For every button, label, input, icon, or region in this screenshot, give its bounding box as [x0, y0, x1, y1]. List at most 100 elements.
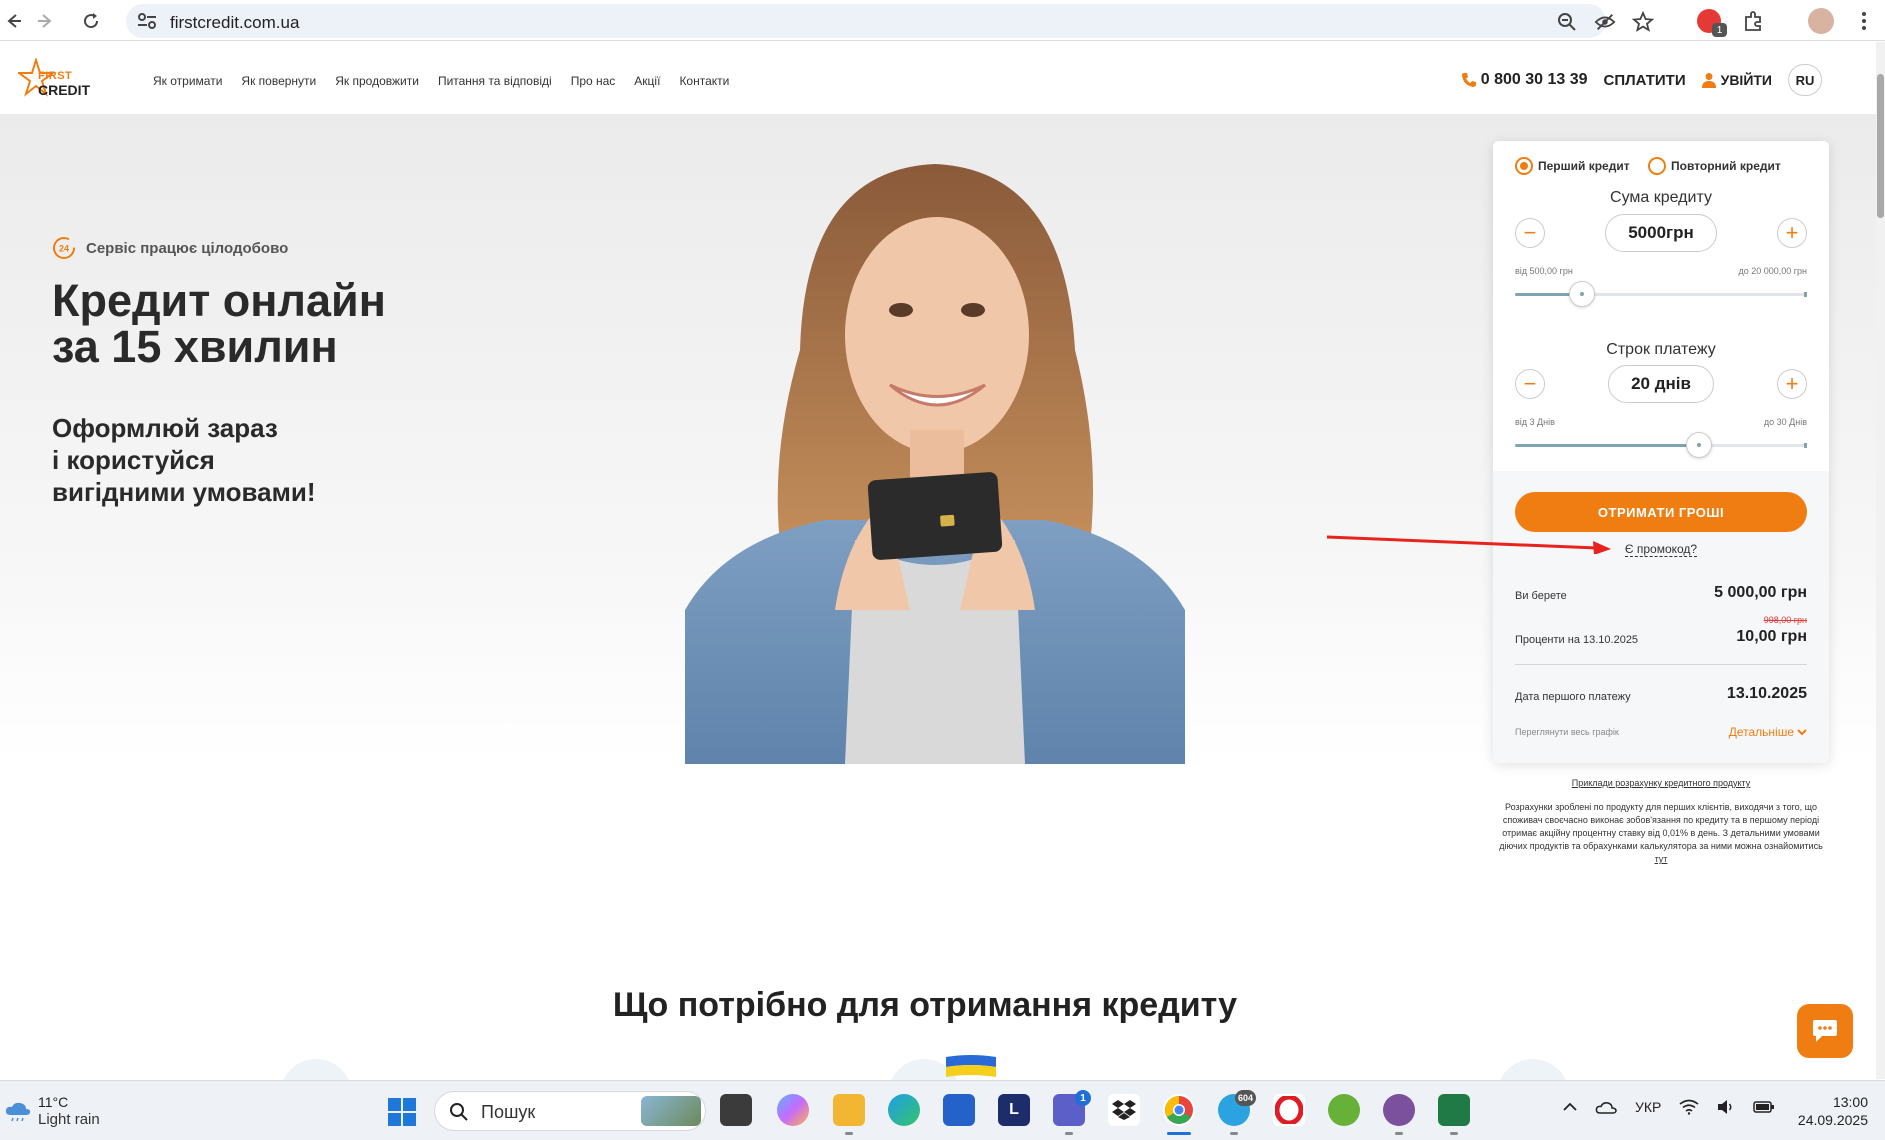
eye-off-icon[interactable]	[1594, 11, 1616, 33]
logo-credit: CREDIT	[38, 82, 91, 98]
site-header: FIRST CREDIT Як отримати Як повернути Як…	[0, 42, 1876, 114]
teams-indicator	[1065, 1132, 1073, 1135]
zoom-icon[interactable]	[1556, 11, 1578, 33]
excel-indicator	[1450, 1132, 1458, 1135]
nav-promotions[interactable]: Акції	[634, 74, 660, 88]
puzzle-icon[interactable]	[1743, 10, 1765, 32]
chrome-icon[interactable]	[1163, 1094, 1195, 1126]
address-bar[interactable]: firstcredit.com.ua	[126, 4, 1654, 38]
amount-increase-button[interactable]: +	[1777, 218, 1807, 248]
file-explorer-icon[interactable]	[833, 1094, 865, 1126]
language-label: RU	[1795, 72, 1815, 88]
interest-old-price: 998,00 грн	[1763, 615, 1807, 625]
back-icon[interactable]	[0, 8, 26, 34]
service-badge-text: Сервіс працює цілодобово	[86, 239, 289, 257]
excel-icon[interactable]	[1438, 1094, 1470, 1126]
taskbar-search-label: Пошук	[481, 1102, 536, 1122]
amount-max: до 20 000,00 грн	[1738, 266, 1807, 276]
nav-how-to-extend[interactable]: Як продовжити	[335, 74, 419, 88]
requirements-title: Що потрібно для отримання кредиту	[612, 986, 1238, 1024]
store-icon[interactable]	[943, 1094, 975, 1126]
term-slider-fill	[1515, 444, 1699, 447]
pay-link[interactable]: СПЛАТИТИ	[1603, 72, 1685, 89]
file-explorer-indicator	[845, 1132, 853, 1135]
site-settings-icon[interactable]	[136, 11, 158, 31]
chevron-down-icon	[1797, 729, 1807, 736]
search-icon	[450, 1103, 468, 1121]
nav-how-to-get[interactable]: Як отримати	[153, 74, 222, 88]
wifi-icon[interactable]	[1679, 1099, 1699, 1115]
logo[interactable]: FIRST CREDIT	[18, 58, 98, 102]
term-increase-button[interactable]: +	[1777, 369, 1807, 399]
onedrive-cloud-icon[interactable]	[1595, 1099, 1617, 1115]
viber-icon[interactable]	[1383, 1094, 1415, 1126]
nav-about[interactable]: Про нас	[571, 74, 616, 88]
loan-calculator: Перший кредит Повторний кредит Сума кред…	[1493, 141, 1829, 763]
weather-widget[interactable]: 11°C Light rain	[4, 1093, 100, 1129]
get-money-button[interactable]: ОТРИМАТИ ГРОШІ	[1515, 492, 1807, 532]
phone-icon	[1461, 73, 1476, 87]
login-label: УВІЙТИ	[1720, 72, 1772, 88]
volume-icon[interactable]	[1717, 1099, 1735, 1115]
radio-repeat-credit-dot[interactable]	[1648, 157, 1666, 175]
term-slider[interactable]	[1515, 432, 1807, 458]
schedule-row: Переглянути весь графік Детальніше	[1515, 725, 1807, 739]
term-max: до 30 Днів	[1763, 417, 1807, 427]
system-clock[interactable]: 13:00 24.09.2025	[1796, 1093, 1868, 1129]
term-decrease-button[interactable]: −	[1515, 369, 1545, 399]
weather-temp: 11°C	[38, 1094, 69, 1110]
nav-contacts[interactable]: Контакти	[679, 74, 729, 88]
avatar[interactable]	[1808, 8, 1834, 34]
language-switch[interactable]: RU	[1788, 64, 1822, 96]
app-l-icon[interactable]: L	[998, 1094, 1030, 1126]
utorrent-icon[interactable]	[1328, 1094, 1360, 1126]
term-input[interactable]: 20 днів	[1608, 365, 1714, 403]
nav-how-to-return[interactable]: Як повернути	[241, 74, 316, 88]
radio-repeat-credit[interactable]: Повторний кредит	[1648, 157, 1781, 175]
plus-icon: +	[1785, 371, 1799, 396]
term-slider-handle[interactable]	[1685, 432, 1712, 458]
task-view-icon[interactable]	[720, 1094, 752, 1126]
phone-link[interactable]: 0 800 30 13 39	[1461, 71, 1587, 89]
teams-badge: 1	[1075, 1090, 1091, 1106]
disclaimer-text: Розрахунки зроблені по продукту для перш…	[1499, 802, 1823, 851]
edge-icon[interactable]	[888, 1094, 920, 1126]
telegram-icon[interactable]: 604	[1218, 1090, 1256, 1126]
dropbox-icon[interactable]	[1108, 1094, 1140, 1126]
opera-icon[interactable]	[1273, 1094, 1305, 1126]
chevron-up-icon[interactable]	[1563, 1102, 1577, 1112]
clock-time: 13:00	[1832, 1094, 1868, 1110]
disclaimer-here-link[interactable]: тут	[1655, 854, 1668, 864]
copilot-icon[interactable]	[777, 1094, 809, 1126]
nav-faq[interactable]: Питання та відповіді	[438, 74, 552, 88]
amount-decrease-button[interactable]: −	[1515, 218, 1545, 248]
radio-first-credit[interactable]: Перший кредит	[1515, 157, 1630, 175]
radio-first-credit-dot[interactable]	[1515, 157, 1533, 175]
details-link[interactable]: Детальніше	[1729, 725, 1807, 739]
bookmark-star-icon[interactable]	[1632, 11, 1654, 33]
minus-icon: −	[1523, 220, 1537, 245]
input-language[interactable]: УКР	[1635, 1099, 1661, 1115]
header-actions: 0 800 30 13 39 СПЛАТИТИ УВІЙТИ RU	[1461, 64, 1822, 96]
amount-input[interactable]: 5000грн	[1605, 214, 1717, 252]
login-link[interactable]: УВІЙТИ	[1701, 72, 1772, 88]
battery-icon[interactable]	[1753, 1100, 1775, 1114]
amount-slider[interactable]	[1515, 281, 1807, 307]
windows-start-icon[interactable]	[387, 1097, 417, 1127]
calculation-examples-link[interactable]: Приклади розрахунку кредитного продукту	[1493, 778, 1829, 788]
forward-icon[interactable]	[33, 8, 59, 34]
browser-toolbar: firstcredit.com.ua 1	[0, 0, 1885, 41]
search-highlight-image	[641, 1096, 701, 1126]
details-link-text: Детальніше	[1728, 725, 1794, 739]
scrollbar-thumb[interactable]	[1877, 74, 1884, 218]
hero-sub-line1: Оформлюй зараз	[52, 413, 278, 443]
reload-icon[interactable]	[78, 8, 104, 34]
teams-icon[interactable]: 1	[1053, 1090, 1091, 1126]
hero-title: Кредит онлайн за 15 хвилин	[52, 278, 472, 370]
extension-icon[interactable]: 1	[1697, 9, 1727, 37]
amount-slider-handle[interactable]	[1569, 281, 1596, 307]
more-menu-icon[interactable]	[1860, 10, 1868, 32]
chat-button[interactable]	[1797, 1004, 1853, 1058]
taskbar-search[interactable]: Пошук	[434, 1091, 706, 1131]
logo-first: FIRST	[38, 70, 73, 82]
